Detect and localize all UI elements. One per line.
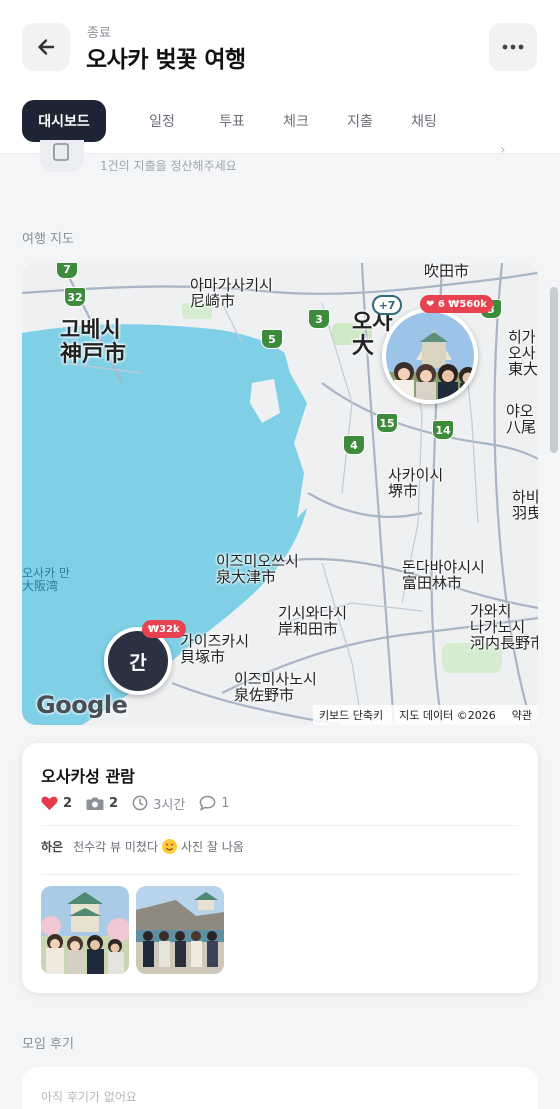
place-title: 오사카성 관람 [41, 767, 135, 786]
terms-link[interactable]: 약관 [512, 707, 532, 723]
comment-text: 천수각 뷰 미쳤다 [73, 840, 159, 854]
map-label-habikino: 하비 羽曳 [512, 488, 538, 523]
route-shield: 5 [261, 329, 283, 349]
route-shield: 14 [432, 420, 454, 440]
route-shield: 3 [308, 309, 330, 329]
heart-icon [41, 796, 58, 810]
map-label-kawachinagano: 가와치 나가노시 河内長野市 [470, 602, 538, 653]
scrollbar[interactable] [550, 287, 558, 453]
comment-author: 하은 [41, 840, 64, 854]
chevron-right-icon: › [500, 142, 506, 158]
divider [41, 825, 519, 826]
map-label-tondabayashi: 돈다바야시시 富田林市 [402, 558, 485, 593]
tab-bar: 대시보드 일정 투표 체크 지출 채팅 [22, 100, 448, 142]
map-label-izumiotsu: 이즈미오쓰시 泉大津市 [216, 552, 299, 587]
comment-item: 하은 천수각 뷰 미쳤다 사진 잘 나옴 [41, 838, 244, 855]
moat-group-photo [136, 886, 224, 974]
tab-vote[interactable]: 투표 [208, 100, 256, 142]
map-label-higashiosaka: 히가 오사 東大 [508, 328, 538, 379]
map-label-kobe: 고베시 神戸市 [60, 318, 127, 367]
route-shield: 7 [56, 263, 78, 279]
google-logo: Google [36, 691, 128, 719]
likes-stat[interactable]: 2 [41, 796, 72, 811]
photos-stat: 2 [86, 796, 118, 811]
map-label-kaizuka: 가이즈카시 貝塚市 [180, 632, 250, 667]
likes-budget-badge: ❤ 6 ₩560k [420, 295, 493, 313]
map-label-amagasaki: 아마가사키시 尼崎市 [190, 276, 273, 311]
more-options-button[interactable] [489, 23, 537, 71]
trip-status: 종료 [87, 26, 111, 41]
tab-chat[interactable]: 채팅 [400, 100, 448, 142]
arrow-left-icon [38, 39, 55, 55]
app-header: 종료 오사카 벚꽃 여행 대시보드 일정 투표 체크 지출 채팅 [0, 0, 560, 154]
trip-map[interactable]: 아마가사키시 尼崎市 고베시 神戸市 오사 大 吹田市 사카이시 堺市 이즈미오쓰시 泉大… [22, 263, 538, 725]
photo-thumbnail[interactable] [136, 886, 224, 974]
divider [41, 874, 519, 875]
route-shield: 32 [64, 287, 86, 307]
review-empty-text: 아직 후기가 없어요 [41, 1090, 137, 1104]
castle-group-photo [41, 886, 129, 974]
cluster-count-badge[interactable]: +7 [372, 295, 402, 315]
map-label-izumisano: 이즈미사노시 泉佐野市 [234, 670, 317, 705]
tab-dashboard[interactable]: 대시보드 [22, 100, 106, 142]
route-shield: 15 [376, 413, 398, 433]
comments-stat[interactable]: 1 [199, 795, 230, 811]
map-label-yao: 야오 八尾 [506, 402, 537, 437]
place-stats: 2 2 3시간 1 [41, 793, 244, 813]
map-section-label: 여행 지도 [22, 232, 74, 247]
back-button[interactable] [22, 23, 70, 71]
place-photo-pin[interactable] [382, 308, 478, 404]
map-label-suita: 吹田市 [424, 263, 470, 280]
tab-expenses[interactable]: 지출 [336, 100, 384, 142]
tab-schedule[interactable]: 일정 [122, 100, 202, 142]
more-dots-icon [502, 44, 524, 50]
price-badge: ₩32k [142, 620, 186, 638]
map-data-credit: 지도 데이터 ©2026 [399, 709, 496, 722]
page-title: 오사카 벚꽃 여행 [86, 47, 246, 73]
duration-stat: 3시간 [132, 794, 185, 813]
tab-checklist[interactable]: 체크 [272, 100, 320, 142]
comment-text-continued: 사진 잘 나옴 [181, 840, 244, 854]
map-label-kishiwada: 기시와다시 岸和田市 [278, 604, 348, 639]
review-card: 아직 후기가 없어요 [22, 1067, 538, 1109]
map-label-sakai: 사카이시 堺市 [388, 466, 444, 501]
settlement-notice[interactable]: 1건의 지출을 정산해주세요 [100, 157, 237, 174]
heart-eyes-emoji-icon [162, 839, 178, 854]
clock-icon [132, 795, 148, 811]
photo-thumbnail[interactable] [41, 886, 129, 974]
keyboard-shortcuts-link[interactable]: 키보드 단축키 [319, 707, 383, 723]
map-label-osaka-bay: 오사카 만 大阪湾 [22, 566, 70, 593]
camera-icon [86, 797, 104, 810]
review-section-label: 모임 후기 [22, 1037, 74, 1052]
map-attribution: 키보드 단축키 지도 데이터 ©2026 약관 [312, 705, 538, 725]
route-shield: 4 [343, 435, 365, 455]
settlement-icon [40, 140, 84, 172]
place-card[interactable]: 오사카성 관람 2 2 3시간 1 하은 천수각 뷰 미쳤다 사진 잘 나옴 [22, 743, 538, 993]
speech-bubble-icon [199, 795, 216, 811]
